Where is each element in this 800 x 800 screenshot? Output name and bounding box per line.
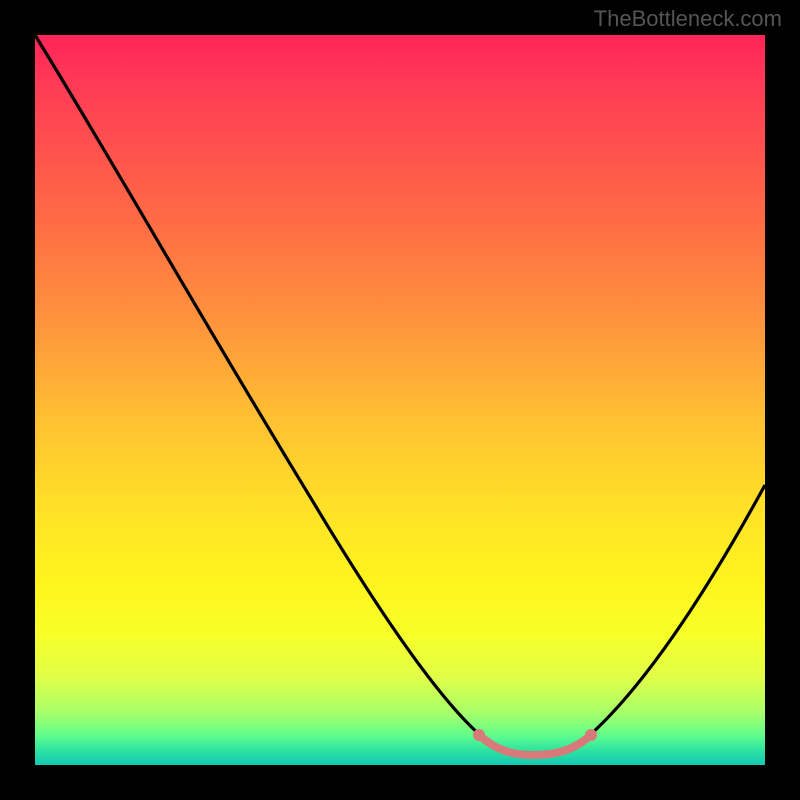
main-curve-path xyxy=(35,35,765,755)
chart-container: TheBottleneck.com xyxy=(0,0,800,800)
watermark-label: TheBottleneck.com xyxy=(594,6,782,32)
flat-region-dot-right xyxy=(585,729,597,741)
bottleneck-curve xyxy=(35,35,765,765)
flat-region-highlight xyxy=(479,735,591,755)
flat-region-dot-left xyxy=(473,729,485,741)
